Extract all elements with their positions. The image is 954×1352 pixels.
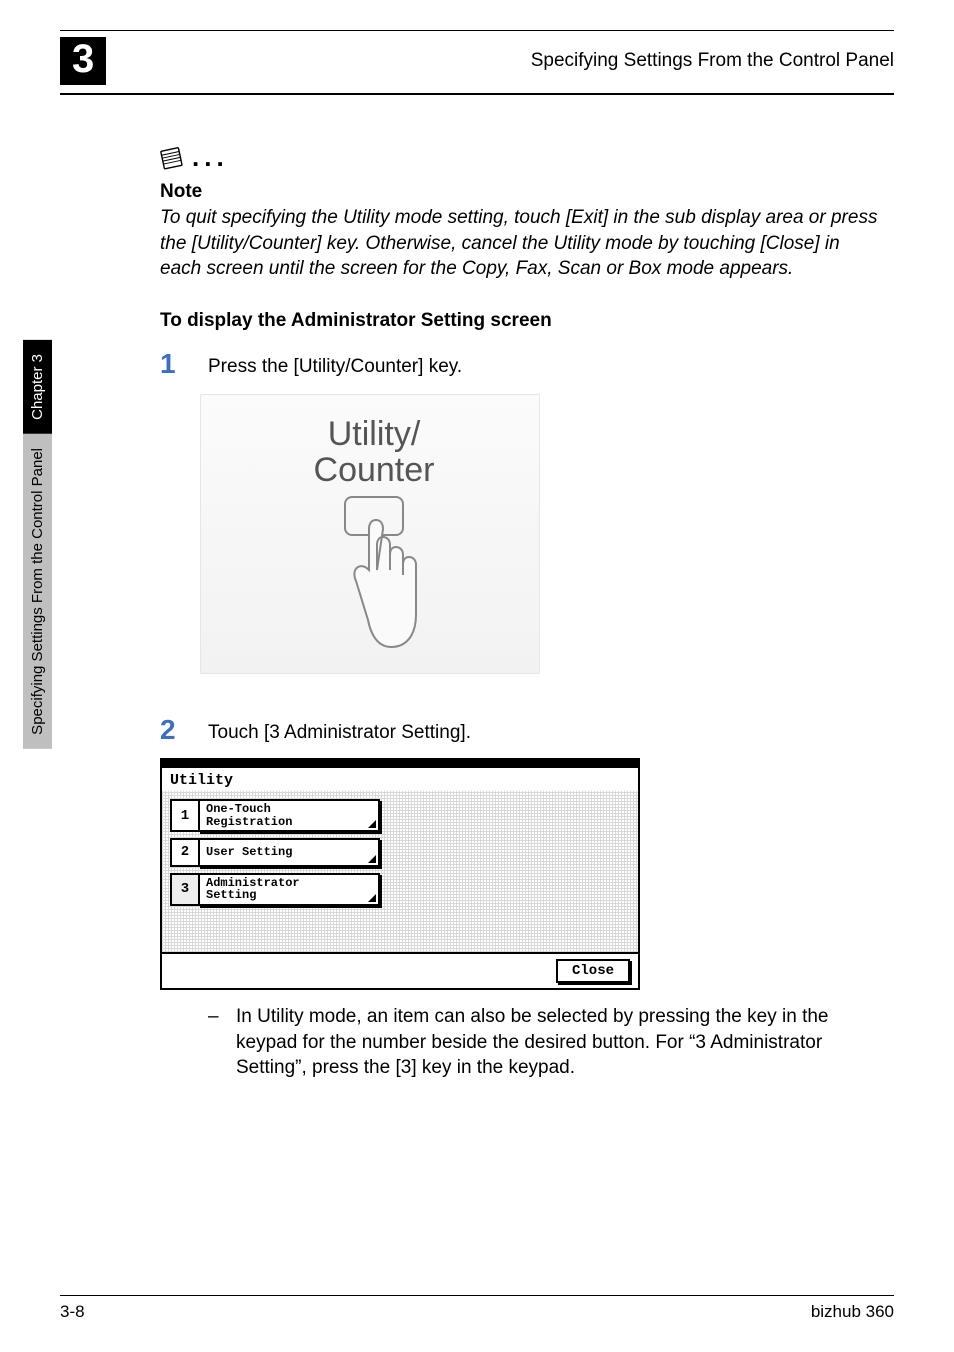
footer-rule xyxy=(60,1295,894,1296)
header-top-rule xyxy=(60,30,894,31)
one-touch-registration-button[interactable]: One-Touch Registration xyxy=(198,799,380,832)
note-ellipsis-icon: ... xyxy=(192,142,229,173)
bullet-dash-icon: – xyxy=(208,1004,220,1081)
menu-title: Utility xyxy=(162,768,638,791)
note-block: ... Note To quit specifying the Utility … xyxy=(160,145,880,282)
utility-menu-screenshot: Utility 1 One-Touch Registration 2 User … xyxy=(160,758,640,990)
step-1-number: 1 xyxy=(160,348,184,380)
page-footer: 3-8 bizhub 360 xyxy=(60,1302,894,1322)
menu-index-1: 1 xyxy=(170,799,198,832)
note-title: Note xyxy=(160,181,880,203)
footer-model: bizhub 360 xyxy=(811,1302,894,1322)
step-1: 1 Press the [Utility/Counter] key. xyxy=(160,348,880,380)
step-2: 2 Touch [3 Administrator Setting]. xyxy=(160,714,880,746)
corner-icon xyxy=(368,855,376,863)
corner-icon xyxy=(368,820,376,828)
side-tab-chapter: Chapter 3 xyxy=(23,340,52,434)
content-area: ... Note To quit specifying the Utility … xyxy=(160,145,880,1081)
utility-counter-illustration: Utility/ Counter xyxy=(200,394,540,674)
administrator-setting-button[interactable]: Administrator Setting xyxy=(198,873,380,906)
chapter-number-badge: 3 xyxy=(60,37,106,85)
close-button[interactable]: Close xyxy=(556,959,630,983)
note-book-icon xyxy=(157,143,189,180)
hand-press-icon xyxy=(326,515,426,655)
menu-2-line1: User Setting xyxy=(206,845,292,859)
note-icon-row: ... xyxy=(160,145,880,177)
step-2-bullet: – In Utility mode, an item can also be s… xyxy=(208,1004,880,1081)
menu-row-2: 2 User Setting xyxy=(170,838,380,867)
page-header: 3 Specifying Settings From the Control P… xyxy=(60,37,894,95)
corner-icon xyxy=(368,894,376,902)
menu-footer: Close xyxy=(162,952,638,988)
menu-top-bar xyxy=(162,760,638,768)
section-title: To display the Administrator Setting scr… xyxy=(160,310,880,332)
step-2-number: 2 xyxy=(160,714,184,746)
illustration-label-line1: Utility/ xyxy=(279,417,469,453)
menu-row-1: 1 One-Touch Registration xyxy=(170,799,380,832)
menu-body: 1 One-Touch Registration 2 User Setting xyxy=(162,791,638,952)
step-2-text: Touch [3 Administrator Setting]. xyxy=(208,714,471,746)
menu-1-line2: Registration xyxy=(206,815,292,829)
step-1-text: Press the [Utility/Counter] key. xyxy=(208,348,462,380)
footer-page-number: 3-8 xyxy=(60,1302,85,1322)
side-tab-section: Specifying Settings From the Control Pan… xyxy=(23,434,52,749)
illustration-label-line2: Counter xyxy=(279,453,469,489)
side-tab: Chapter 3 Specifying Settings From the C… xyxy=(20,340,54,840)
step-2-bullet-text: In Utility mode, an item can also be sel… xyxy=(236,1004,880,1081)
menu-index-2: 2 xyxy=(170,838,198,867)
menu-row-3: 3 Administrator Setting xyxy=(170,873,380,906)
note-body-text: To quit specifying the Utility mode sett… xyxy=(160,205,880,282)
menu-index-3: 3 xyxy=(170,873,198,906)
page-header-title: Specifying Settings From the Control Pan… xyxy=(531,50,894,72)
menu-3-line2: Setting xyxy=(206,888,256,902)
user-setting-button[interactable]: User Setting xyxy=(198,838,380,867)
